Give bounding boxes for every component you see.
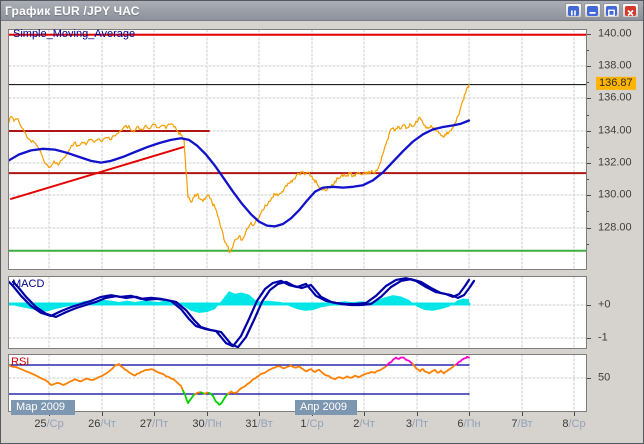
macd-axis-label: +0 [598,298,611,310]
price-axis-minor-tick [587,211,589,212]
main-price-chart[interactable] [8,29,587,270]
price-axis-tick [587,98,591,99]
price-axis-label: 136.00 [598,91,632,103]
price-chart-canvas [9,30,586,269]
price-axis-label: 130.00 [598,188,632,200]
price-axis-minor-tick [587,82,589,83]
title-bar[interactable]: График EUR /JPY ЧАС [1,1,643,21]
time-axis-label: 6/Пн [446,418,492,430]
time-axis-label: 1/Ср [289,418,335,430]
price-axis-minor-tick [587,179,589,180]
close-icon [625,6,636,16]
chart-window: График EUR /JPY ЧАС [0,0,644,444]
time-axis-label: 26/Чт [79,418,125,430]
price-axis-label: 140.00 [598,27,632,39]
restore-button[interactable] [603,3,620,18]
time-axis-tick [259,412,260,416]
price-axis-minor-tick [587,147,589,148]
macd-indicator-label: MACD [12,278,44,290]
minimize-button[interactable] [584,3,601,18]
rsi-axis-tick [587,378,591,379]
time-axis-tick [417,412,418,416]
pause-icon [568,6,579,16]
time-axis-label: 25/Ср [26,418,72,430]
price-axis-tick [587,228,591,229]
price-axis-tick [587,34,591,35]
macd-canvas [9,277,586,348]
time-axis-label: 7/Вт [499,418,545,430]
time-axis-tick [574,412,575,416]
time-axis-tick [207,412,208,416]
time-axis-tick [102,412,103,416]
rsi-axis-label: 50 [598,371,610,383]
macd-axis-label: -1 [598,331,608,343]
time-axis-tick [522,412,523,416]
pause-button[interactable] [565,3,582,18]
minimize-icon [587,6,598,16]
time-axis-label: 30/Пн [184,418,230,430]
month-badge: Апр 2009 [295,400,357,415]
rsi-indicator-label: RSI [11,356,29,368]
window-controls [565,3,639,18]
price-axis-label: 132.00 [598,156,632,168]
time-axis-label: 2/Чт [341,418,387,430]
window-title: График EUR /JPY ЧАС [5,4,140,18]
sma-indicator-label: Simple_Moving_Average [13,28,135,40]
price-axis-minor-tick [587,50,589,51]
month-badge: Мар 2009 [11,400,75,415]
price-axis-label: 128.00 [598,221,632,233]
time-axis-label: 31/Вт [236,418,282,430]
close-button[interactable] [622,3,639,18]
time-axis-tick [469,412,470,416]
time-axis-label: 3/Пт [394,418,440,430]
macd-axis-tick [587,338,591,339]
time-axis-label: 8/Ср [551,418,597,430]
price-axis-label: 138.00 [598,59,632,71]
time-axis-label: 27/Пт [131,418,177,430]
price-axis-tick [587,163,591,164]
price-axis-tick [587,66,591,67]
restore-icon [606,6,617,16]
current-price-badge: 136.87 [596,77,636,90]
price-axis-minor-tick [587,244,589,245]
macd-axis-tick [587,305,591,306]
price-axis-minor-tick [587,115,589,116]
price-axis-label: 134.00 [598,124,632,136]
price-axis-tick [587,195,591,196]
macd-panel[interactable] [8,276,587,349]
price-axis-tick [587,131,591,132]
time-axis-tick [364,412,365,416]
time-axis-tick [154,412,155,416]
